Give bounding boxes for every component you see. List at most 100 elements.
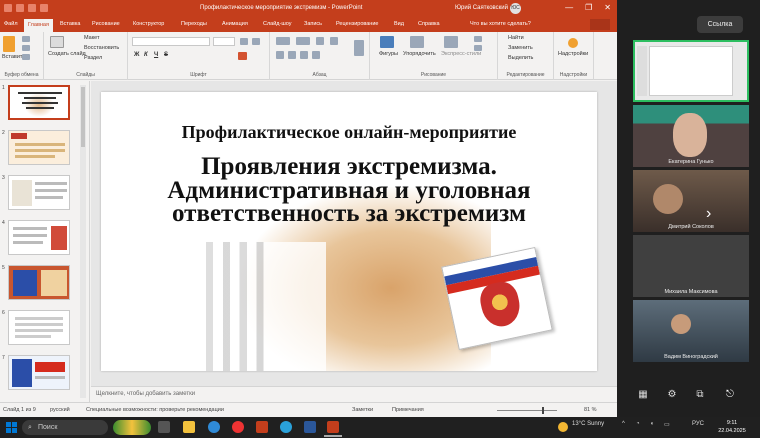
minimize-button[interactable]: — [565, 3, 573, 12]
bold-button[interactable]: Ж [134, 52, 139, 58]
grow-font-icon[interactable] [240, 38, 248, 45]
redo-icon[interactable] [40, 4, 48, 12]
new-slide-button[interactable]: Создать слайд [48, 51, 86, 57]
font-size-field[interactable] [213, 37, 235, 46]
powerpoint-icon[interactable] [327, 421, 339, 433]
language-indicator[interactable]: русский [50, 407, 70, 413]
format-painter-icon[interactable] [22, 54, 30, 60]
font-color-icon[interactable] [238, 52, 247, 60]
weather-sun-icon[interactable] [558, 422, 568, 432]
weather-text[interactable]: 13°C Sunny [572, 421, 604, 427]
tab-review[interactable]: Рецензирование [336, 21, 378, 27]
quick-styles-icon[interactable] [444, 36, 458, 48]
link-button[interactable]: Ссылка [697, 16, 743, 33]
file-explorer-icon[interactable] [183, 421, 195, 433]
zoom-slider-knob[interactable] [542, 407, 544, 414]
slide-canvas[interactable]: Профилактическое онлайн-мероприятие Проя… [101, 92, 597, 371]
notes-toggle[interactable]: Заметки [352, 407, 373, 413]
participant-tile[interactable]: Дмитрий Соколов [633, 170, 749, 232]
cut-icon[interactable] [22, 36, 30, 42]
battery-icon[interactable]: ▭ [664, 421, 670, 428]
word-icon[interactable] [304, 421, 316, 433]
participant-tile[interactable]: Вадим Виноградский [633, 300, 749, 362]
align-right-icon[interactable] [300, 51, 308, 59]
thumbnail-slide-5[interactable] [8, 265, 70, 300]
tab-draw[interactable]: Рисование [92, 21, 120, 27]
leave-icon[interactable]: ⎋ [723, 388, 737, 402]
text-direction-icon[interactable] [354, 40, 364, 56]
align-left-icon[interactable] [276, 51, 284, 59]
italic-button[interactable]: К [144, 52, 148, 58]
telegram-icon[interactable] [280, 421, 292, 433]
windows-start-icon[interactable] [6, 422, 17, 433]
decrease-indent-icon[interactable] [316, 37, 324, 45]
tab-insert[interactable]: Вставка [60, 21, 80, 27]
language-indicator-taskbar[interactable]: РУС [692, 421, 704, 427]
tab-slideshow[interactable]: Слайд-шоу [263, 21, 292, 27]
quick-styles-button[interactable]: Экспресс-стили [441, 51, 481, 57]
section-button[interactable]: Раздел [84, 55, 102, 61]
tab-transitions[interactable]: Переходы [181, 21, 207, 27]
tab-view[interactable]: Вид [394, 21, 404, 27]
addins-icon[interactable] [568, 38, 578, 48]
addins-button[interactable]: Надстройки [558, 51, 588, 57]
thumbnail-slide-7[interactable] [8, 355, 70, 390]
network-icon[interactable]: ◔ [636, 421, 640, 427]
screen-share-tile[interactable] [633, 40, 749, 102]
arrange-icon[interactable] [410, 36, 424, 48]
align-center-icon[interactable] [288, 51, 296, 59]
strikethrough-button[interactable]: S [164, 52, 168, 58]
justify-icon[interactable] [312, 51, 320, 59]
participant-tile[interactable]: Екатерина Гунько [633, 105, 749, 167]
screen-share-icon[interactable]: ⧉ [693, 388, 707, 402]
numbering-icon[interactable] [296, 37, 310, 45]
maximize-button[interactable]: ❐ [585, 3, 592, 12]
bullets-icon[interactable] [276, 37, 290, 45]
tab-help[interactable]: Справка [418, 21, 440, 27]
autosave-icon[interactable] [4, 4, 12, 12]
chevron-right-icon[interactable]: › [706, 205, 711, 223]
thumbnail-slide-4[interactable] [8, 220, 70, 255]
shape-outline-icon[interactable] [474, 45, 482, 51]
participant-tile[interactable]: Михаила Максимова [633, 235, 749, 297]
taskbar-search[interactable]: ⌕ Поиск [22, 420, 108, 435]
replace-button[interactable]: Заменить [508, 45, 533, 51]
accessibility-status[interactable]: Специальные возможности: проверьте реком… [86, 407, 224, 413]
thumbnail-slide-2[interactable] [8, 130, 70, 165]
grid-view-icon[interactable]: ▦ [636, 388, 650, 402]
reset-button[interactable]: Восстановить [84, 45, 119, 51]
save-icon[interactable] [16, 4, 24, 12]
task-view-icon[interactable] [158, 421, 170, 433]
arrange-button[interactable]: Упорядочить [403, 51, 436, 57]
tab-design[interactable]: Конструктор [133, 21, 164, 27]
shapes-icon[interactable] [380, 36, 394, 48]
increase-indent-icon[interactable] [330, 37, 338, 45]
paste-icon[interactable] [3, 36, 15, 52]
tab-record[interactable]: Запись [304, 21, 322, 27]
close-button[interactable]: ✕ [604, 3, 611, 12]
thumbnail-slide-1[interactable] [8, 85, 70, 120]
tab-home[interactable]: Главная [24, 19, 53, 32]
edge-browser-icon[interactable] [208, 421, 220, 433]
font-name-field[interactable] [132, 37, 210, 46]
shapes-button[interactable]: Фигуры [379, 51, 398, 57]
settings-icon[interactable]: ⚙ [665, 388, 679, 402]
find-button[interactable]: Найти [508, 35, 524, 41]
avatar[interactable]: ЮС [510, 3, 521, 14]
zoom-slider[interactable] [497, 410, 557, 411]
copy-icon[interactable] [22, 45, 30, 51]
shrink-font-icon[interactable] [252, 38, 260, 45]
comments-toggle[interactable]: Примечания [392, 407, 424, 413]
notes-pane[interactable]: Щелкните, чтобы добавить заметки [91, 386, 617, 402]
shape-fill-icon[interactable] [474, 36, 482, 42]
clock[interactable]: 9:11 22.04.2025 [712, 419, 752, 435]
share-button[interactable] [590, 19, 610, 30]
volume-icon[interactable]: ◖ [650, 421, 654, 427]
widgets-banner[interactable] [113, 420, 151, 435]
layout-button[interactable]: Макет [84, 35, 100, 41]
yandex-browser-icon[interactable] [232, 421, 244, 433]
app-icon[interactable] [256, 421, 268, 433]
tab-animations[interactable]: Анимация [222, 21, 248, 27]
underline-button[interactable]: Ч [154, 52, 158, 58]
tell-me-search[interactable]: Что вы хотите сделать? [470, 21, 531, 27]
